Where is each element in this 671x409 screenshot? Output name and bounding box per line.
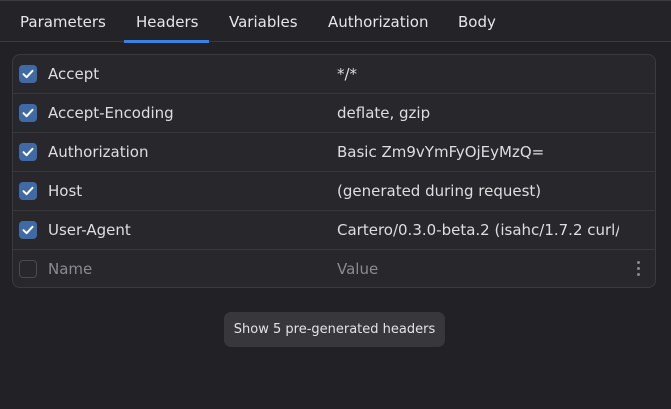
checkmark-icon <box>22 147 34 157</box>
header-row: Authorization Basic Zm9vYmFyOjEyMzQ= <box>13 133 655 172</box>
header-enabled-checkbox[interactable] <box>19 221 37 239</box>
new-header-row: Name Value <box>13 250 655 287</box>
show-pregenerated-headers-button[interactable]: Show 5 pre-generated headers <box>224 312 445 347</box>
header-value-field[interactable]: Basic Zm9vYmFyOjEyMzQ= <box>337 133 619 171</box>
headers-list: Accept */* Accept-Encoding deflate, gzip… <box>12 54 656 288</box>
header-enabled-checkbox[interactable] <box>19 182 37 200</box>
header-value-field[interactable]: (generated during request) <box>337 172 619 210</box>
header-name-field[interactable]: Accept <box>48 55 318 93</box>
header-name-field[interactable]: Accept-Encoding <box>48 94 318 132</box>
header-enabled-checkbox[interactable] <box>19 143 37 161</box>
header-enabled-checkbox[interactable] <box>19 104 37 122</box>
checkmark-icon <box>22 186 34 196</box>
header-enabled-checkbox[interactable] <box>19 65 37 83</box>
checkmark-icon <box>22 108 34 118</box>
header-value-field[interactable]: Cartero/0.3.0-beta.2 (isahc/1.7.2 curl/8 <box>337 211 619 249</box>
checkmark-icon <box>22 225 34 235</box>
checkmark-icon <box>22 69 34 79</box>
header-row: Host (generated during request) <box>13 172 655 211</box>
header-name-input[interactable]: Name <box>48 250 318 287</box>
header-name-field[interactable]: Host <box>48 172 318 210</box>
tab-bar: Parameters Headers Variables Authorizati… <box>0 0 671 43</box>
header-value-field[interactable]: deflate, gzip <box>337 94 619 132</box>
header-row: Accept */* <box>13 55 655 94</box>
new-header-enabled-checkbox[interactable] <box>19 260 37 278</box>
tab-parameters[interactable]: Parameters <box>20 1 106 42</box>
tab-authorization[interactable]: Authorization <box>328 1 428 42</box>
header-value-input[interactable]: Value <box>337 250 619 287</box>
header-name-field[interactable]: Authorization <box>48 133 318 171</box>
header-name-field[interactable]: User-Agent <box>48 211 318 249</box>
view-more-icon[interactable] <box>631 261 645 279</box>
header-value-field[interactable]: */* <box>337 55 619 93</box>
tab-body[interactable]: Body <box>458 1 496 42</box>
tab-variables[interactable]: Variables <box>229 1 298 42</box>
header-row: User-Agent Cartero/0.3.0-beta.2 (isahc/1… <box>13 211 655 250</box>
header-row: Accept-Encoding deflate, gzip <box>13 94 655 133</box>
tab-headers[interactable]: Headers <box>123 1 210 43</box>
